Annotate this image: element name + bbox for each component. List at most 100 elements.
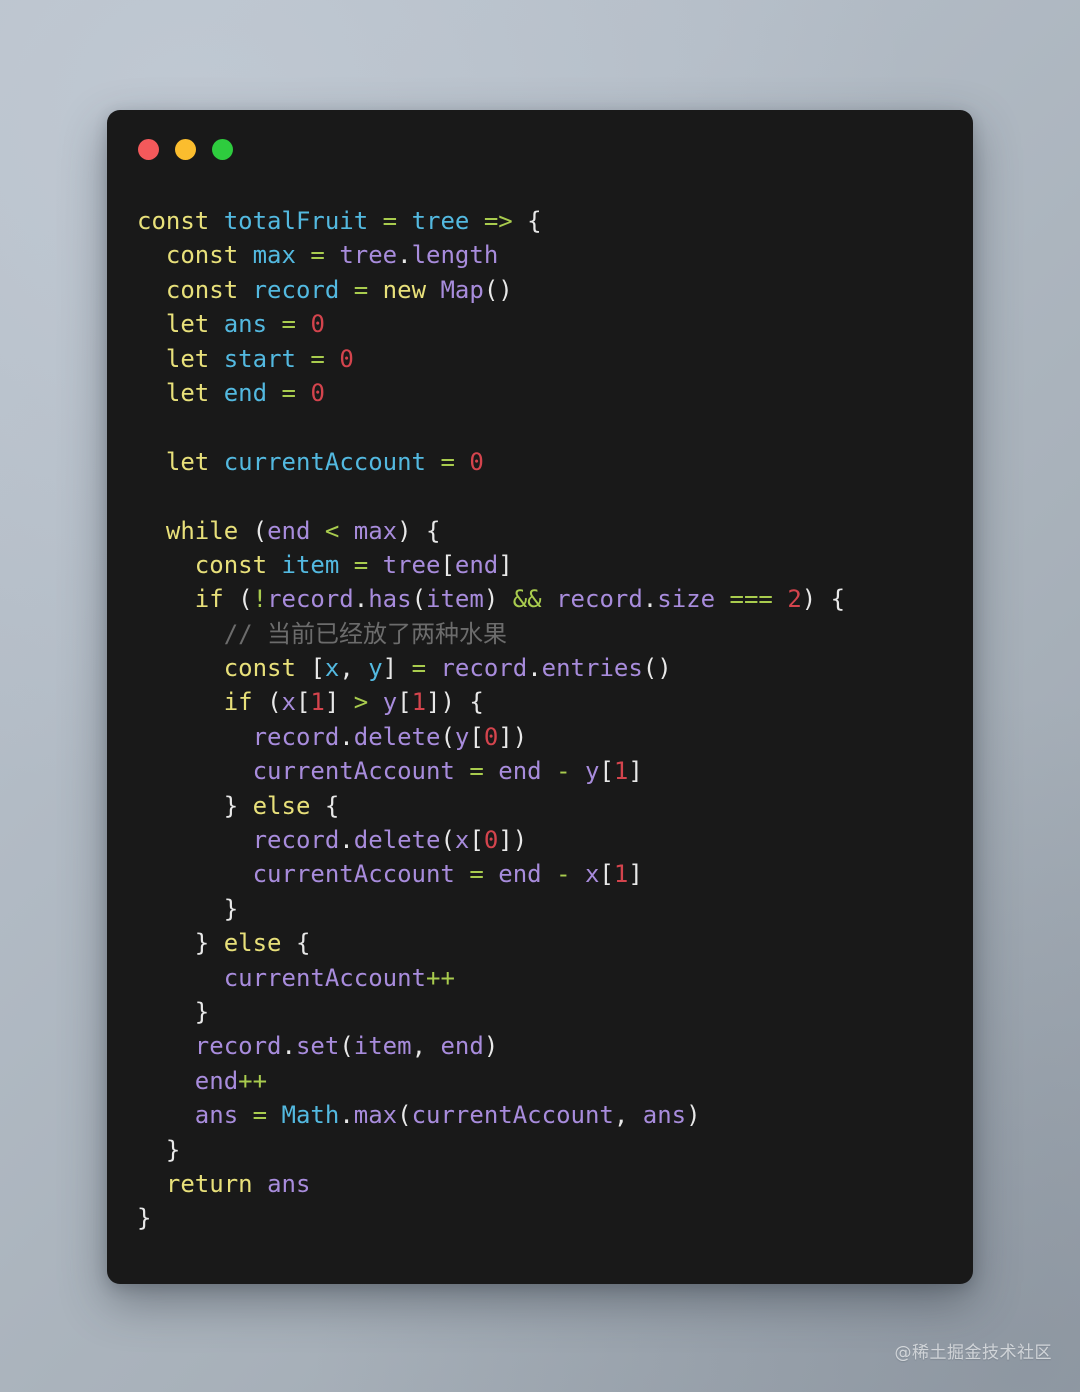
code-token-num: 0 [483, 826, 499, 855]
code-token-op: = [310, 344, 325, 373]
code-token-punct: . [281, 1032, 296, 1061]
code-token-num: 0 [310, 378, 325, 407]
code-line: let start = 0 [137, 342, 955, 376]
code-token-punct: ( [440, 826, 455, 855]
code-token-var: record [252, 826, 340, 855]
code-token-var: ans [194, 1101, 239, 1130]
code-token-kw: if [194, 585, 224, 614]
code-token-punct: ] [426, 688, 441, 717]
code-token-op: => [483, 207, 513, 235]
code-token-kw: const [194, 550, 268, 579]
code-line: record.delete(y[0]) [137, 720, 955, 754]
code-token-punct: ( [238, 585, 253, 614]
code-token-op: = [281, 378, 296, 407]
maximize-button-icon[interactable] [212, 138, 233, 160]
code-token-var: item [353, 1032, 412, 1061]
code-token-prop: max [353, 1101, 398, 1130]
code-token-punct: . [527, 654, 542, 683]
code-token-prop: entries [541, 654, 643, 683]
code-token-punct: ) [440, 688, 470, 717]
code-line: const [x, y] = record.entries() [137, 651, 955, 685]
code-token-op: === [729, 585, 773, 614]
code-editor-content[interactable]: const totalFruit = tree => { const max =… [107, 204, 973, 1236]
code-token-num: 0 [483, 722, 499, 751]
code-token-op: = [440, 447, 455, 476]
code-token-punct: , [339, 654, 369, 683]
code-line: currentAccount++ [137, 961, 955, 995]
code-token-op: < [324, 516, 340, 545]
code-token-punct: ( [267, 688, 282, 717]
code-token-decl: end [223, 378, 268, 407]
code-line: } else { [137, 789, 955, 823]
code-token-punct: } [194, 997, 210, 1026]
code-token-var: item [426, 585, 484, 614]
code-token-punct: [ [440, 550, 455, 579]
code-token-var: y [382, 688, 398, 717]
code-token-punct: ] [382, 654, 398, 683]
code-token-op: = [281, 310, 296, 339]
code-token-op: && [512, 585, 542, 614]
code-token-kw: return [165, 1169, 253, 1198]
code-token-var: ans [642, 1101, 687, 1130]
code-token-punct: { [295, 929, 311, 958]
code-line: ans = Math.max(currentAccount, ans) [137, 1098, 955, 1132]
code-token-decl: y [368, 654, 383, 683]
code-line: record.set(item, end) [137, 1029, 955, 1063]
code-token-op: ! [252, 585, 268, 614]
code-line: } [137, 995, 955, 1029]
code-line: } [137, 1133, 955, 1167]
code-token-punct: . [642, 585, 658, 614]
code-token-prop: Map [440, 275, 484, 304]
close-button-icon[interactable] [138, 138, 159, 160]
code-token-punct: . [339, 1101, 354, 1130]
code-token-op: = [353, 275, 369, 304]
code-line: const max = tree.length [137, 238, 955, 272]
window-titlebar[interactable] [107, 110, 973, 188]
code-line: currentAccount = end - x[1] [137, 857, 955, 891]
code-token-num: 0 [339, 344, 354, 373]
code-line: // 当前已经放了两种水果 [137, 617, 955, 651]
code-token-punct: ) [483, 1032, 499, 1061]
code-token-decl: tree [411, 207, 470, 235]
code-token-var: end [498, 757, 542, 786]
code-token-punct: . [353, 585, 369, 614]
code-token-punct: ] [498, 550, 513, 579]
code-token-num: 2 [787, 585, 802, 614]
code-token-decl: ans [223, 310, 268, 339]
minimize-button-icon[interactable] [175, 138, 196, 160]
code-token-punct: { [527, 207, 542, 235]
code-line: if (!record.has(item) && record.size ===… [137, 582, 955, 616]
